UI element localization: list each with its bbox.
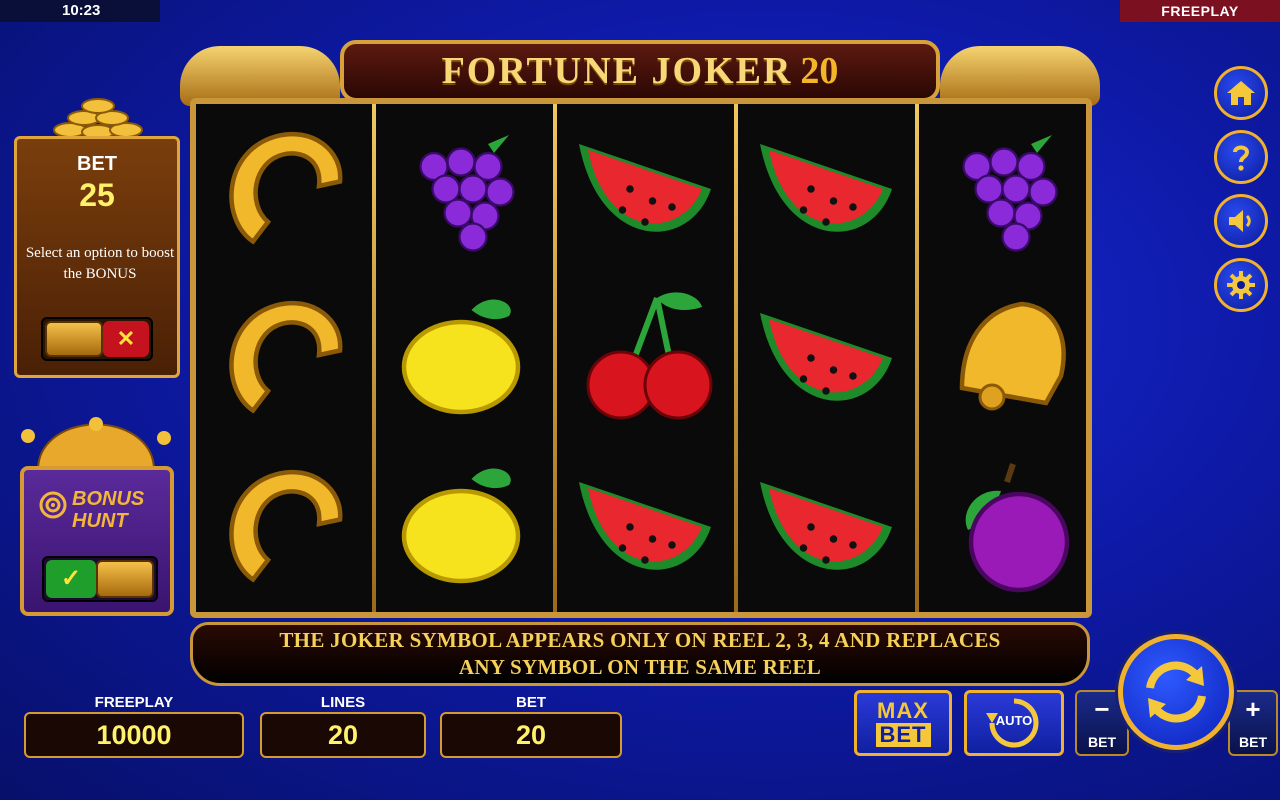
lines-value: 20 (260, 712, 426, 758)
info-banner: THE JOKER SYMBOL APPEARS ONLY ON REEL 2,… (190, 622, 1090, 686)
decrease-bet-caption: BET (1088, 734, 1116, 750)
horseshoe-symbol (196, 104, 370, 273)
gear-icon (1227, 271, 1255, 299)
cherries-symbol (558, 273, 732, 442)
reel-2 (377, 104, 551, 612)
game-title: FORTUNE JOKER (441, 50, 793, 92)
bet-label: BET (516, 694, 546, 711)
bet-boost-label: BET (77, 153, 117, 175)
plus-icon: + (1245, 694, 1261, 724)
watermelon-symbol (739, 442, 913, 611)
max-bet-label-line-2: BET (875, 723, 931, 747)
banner-ornament-right (940, 46, 1100, 106)
spin-button[interactable] (1118, 634, 1234, 750)
max-bet-button[interactable]: MAX BET (854, 690, 952, 756)
bet-value: 20 (440, 712, 622, 758)
info-line-2: ANY SYMBOL ON THE SAME REEL (458, 655, 822, 679)
increase-bet-button[interactable]: + BET (1228, 690, 1278, 756)
reel-5 (920, 104, 1094, 612)
freeplay-badge: FREEPLAY (1120, 0, 1280, 22)
checkmark-icon[interactable]: ✓ (46, 560, 96, 598)
close-icon[interactable]: ✕ (103, 321, 149, 357)
lines-label: LINES (320, 694, 366, 711)
plum-symbol (920, 442, 1094, 611)
grapes-symbol (377, 104, 551, 273)
info-text: THE JOKER SYMBOL APPEARS ONLY ON REEL 2,… (279, 627, 1000, 681)
watermelon-symbol (558, 442, 732, 611)
sound-icon (1229, 210, 1251, 232)
bonus-hunt-label-line-2: HUNT (72, 510, 128, 532)
bonus-hunt-label-line-1: BONUS (72, 488, 145, 510)
bet-boost-value: 25 (79, 177, 115, 213)
horseshoe-symbol (196, 273, 370, 442)
clock: 10:23 (0, 0, 160, 22)
help-button[interactable] (1214, 130, 1268, 184)
bell-symbol (920, 273, 1094, 442)
autoplay-icon: AUTO (986, 695, 1042, 751)
watermelon-symbol (739, 273, 913, 442)
freeplay-balance: 10000 (24, 712, 244, 758)
reel-divider (553, 104, 557, 612)
grapes-symbol (920, 104, 1094, 273)
increase-bet-caption: BET (1239, 734, 1267, 750)
bet-boost-panel: BET 25 Select an option to boost the BON… (14, 136, 180, 378)
lemon-symbol (377, 442, 551, 611)
title-plate: FORTUNE JOKER 20 (340, 40, 940, 102)
help-icon (1233, 145, 1250, 171)
autoplay-label: AUTO (995, 713, 1033, 728)
bonus-hunt-label: BONUS HUNT (72, 488, 144, 532)
horseshoe-symbol (196, 442, 370, 611)
spin-arrows-icon (1146, 661, 1206, 723)
info-line-1: THE JOKER SYMBOL APPEARS ONLY ON REEL 2,… (279, 628, 1001, 652)
bonus-hunt-panel: BONUS HUNT ✓ (20, 466, 174, 616)
max-bet-label-line-1: MAX (877, 698, 929, 723)
bet-boost-hint: Select an option to boost the BONUS (25, 245, 175, 282)
freeplay-label: FREEPLAY (94, 694, 174, 711)
sound-button[interactable] (1214, 194, 1268, 248)
jester-hat-icon (18, 416, 174, 472)
banner-ornament-left (180, 46, 340, 106)
watermelon-symbol (558, 104, 732, 273)
settings-button[interactable] (1214, 258, 1268, 312)
toggle-knob[interactable] (45, 321, 103, 357)
autoplay-button[interactable]: AUTO (964, 690, 1064, 756)
reel-divider (734, 104, 738, 612)
reel-area (190, 98, 1092, 618)
reel-divider (372, 104, 376, 612)
lemon-symbol (377, 273, 551, 442)
home-button[interactable] (1214, 66, 1268, 120)
bonus-boost-toggle[interactable]: ✕ (41, 317, 153, 361)
reel-divider (915, 104, 919, 612)
home-icon (1227, 81, 1255, 105)
watermelon-symbol (739, 104, 913, 273)
reel-1 (196, 104, 370, 612)
bonus-hunt-toggle[interactable]: ✓ (42, 556, 158, 602)
game-title-number: 20 (800, 50, 839, 92)
reel-3 (558, 104, 732, 612)
toggle-knob[interactable] (96, 560, 154, 598)
target-icon (39, 491, 67, 519)
reel-4 (739, 104, 913, 612)
